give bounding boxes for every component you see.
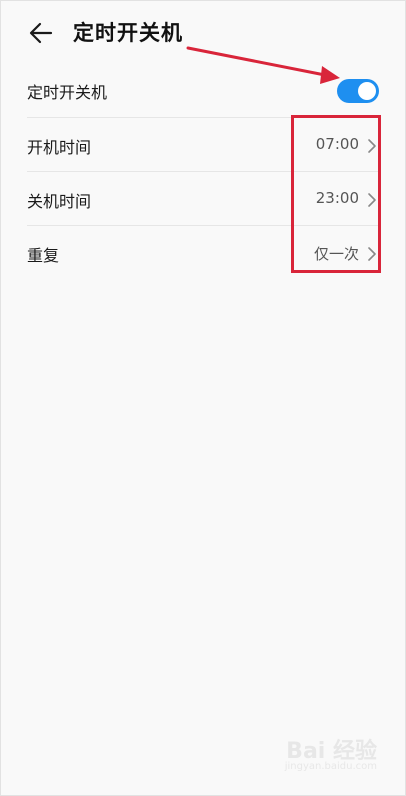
settings-screen: 定时开关机 定时开关机 开机时间 07:00 关机时间 23:00 重复 仅一次	[0, 0, 406, 796]
header: 定时开关机	[1, 1, 405, 63]
scheduled-power-toggle-row[interactable]: 定时开关机	[27, 63, 379, 117]
baidu-jingyan-watermark: Bai 经验 jingyan.baidu.com	[277, 731, 377, 779]
annotation-highlight-box	[291, 115, 381, 273]
switch-knob	[358, 82, 376, 100]
toggle-row-label: 定时开关机	[27, 83, 108, 102]
page-title: 定时开关机	[73, 21, 183, 45]
watermark-subtext: jingyan.baidu.com	[284, 761, 377, 772]
back-arrow-icon[interactable]	[27, 19, 55, 47]
repeat-label: 重复	[27, 246, 60, 265]
power-on-time-label: 开机时间	[27, 138, 92, 157]
scheduled-power-switch[interactable]	[337, 79, 379, 103]
power-off-time-label: 关机时间	[27, 192, 92, 211]
